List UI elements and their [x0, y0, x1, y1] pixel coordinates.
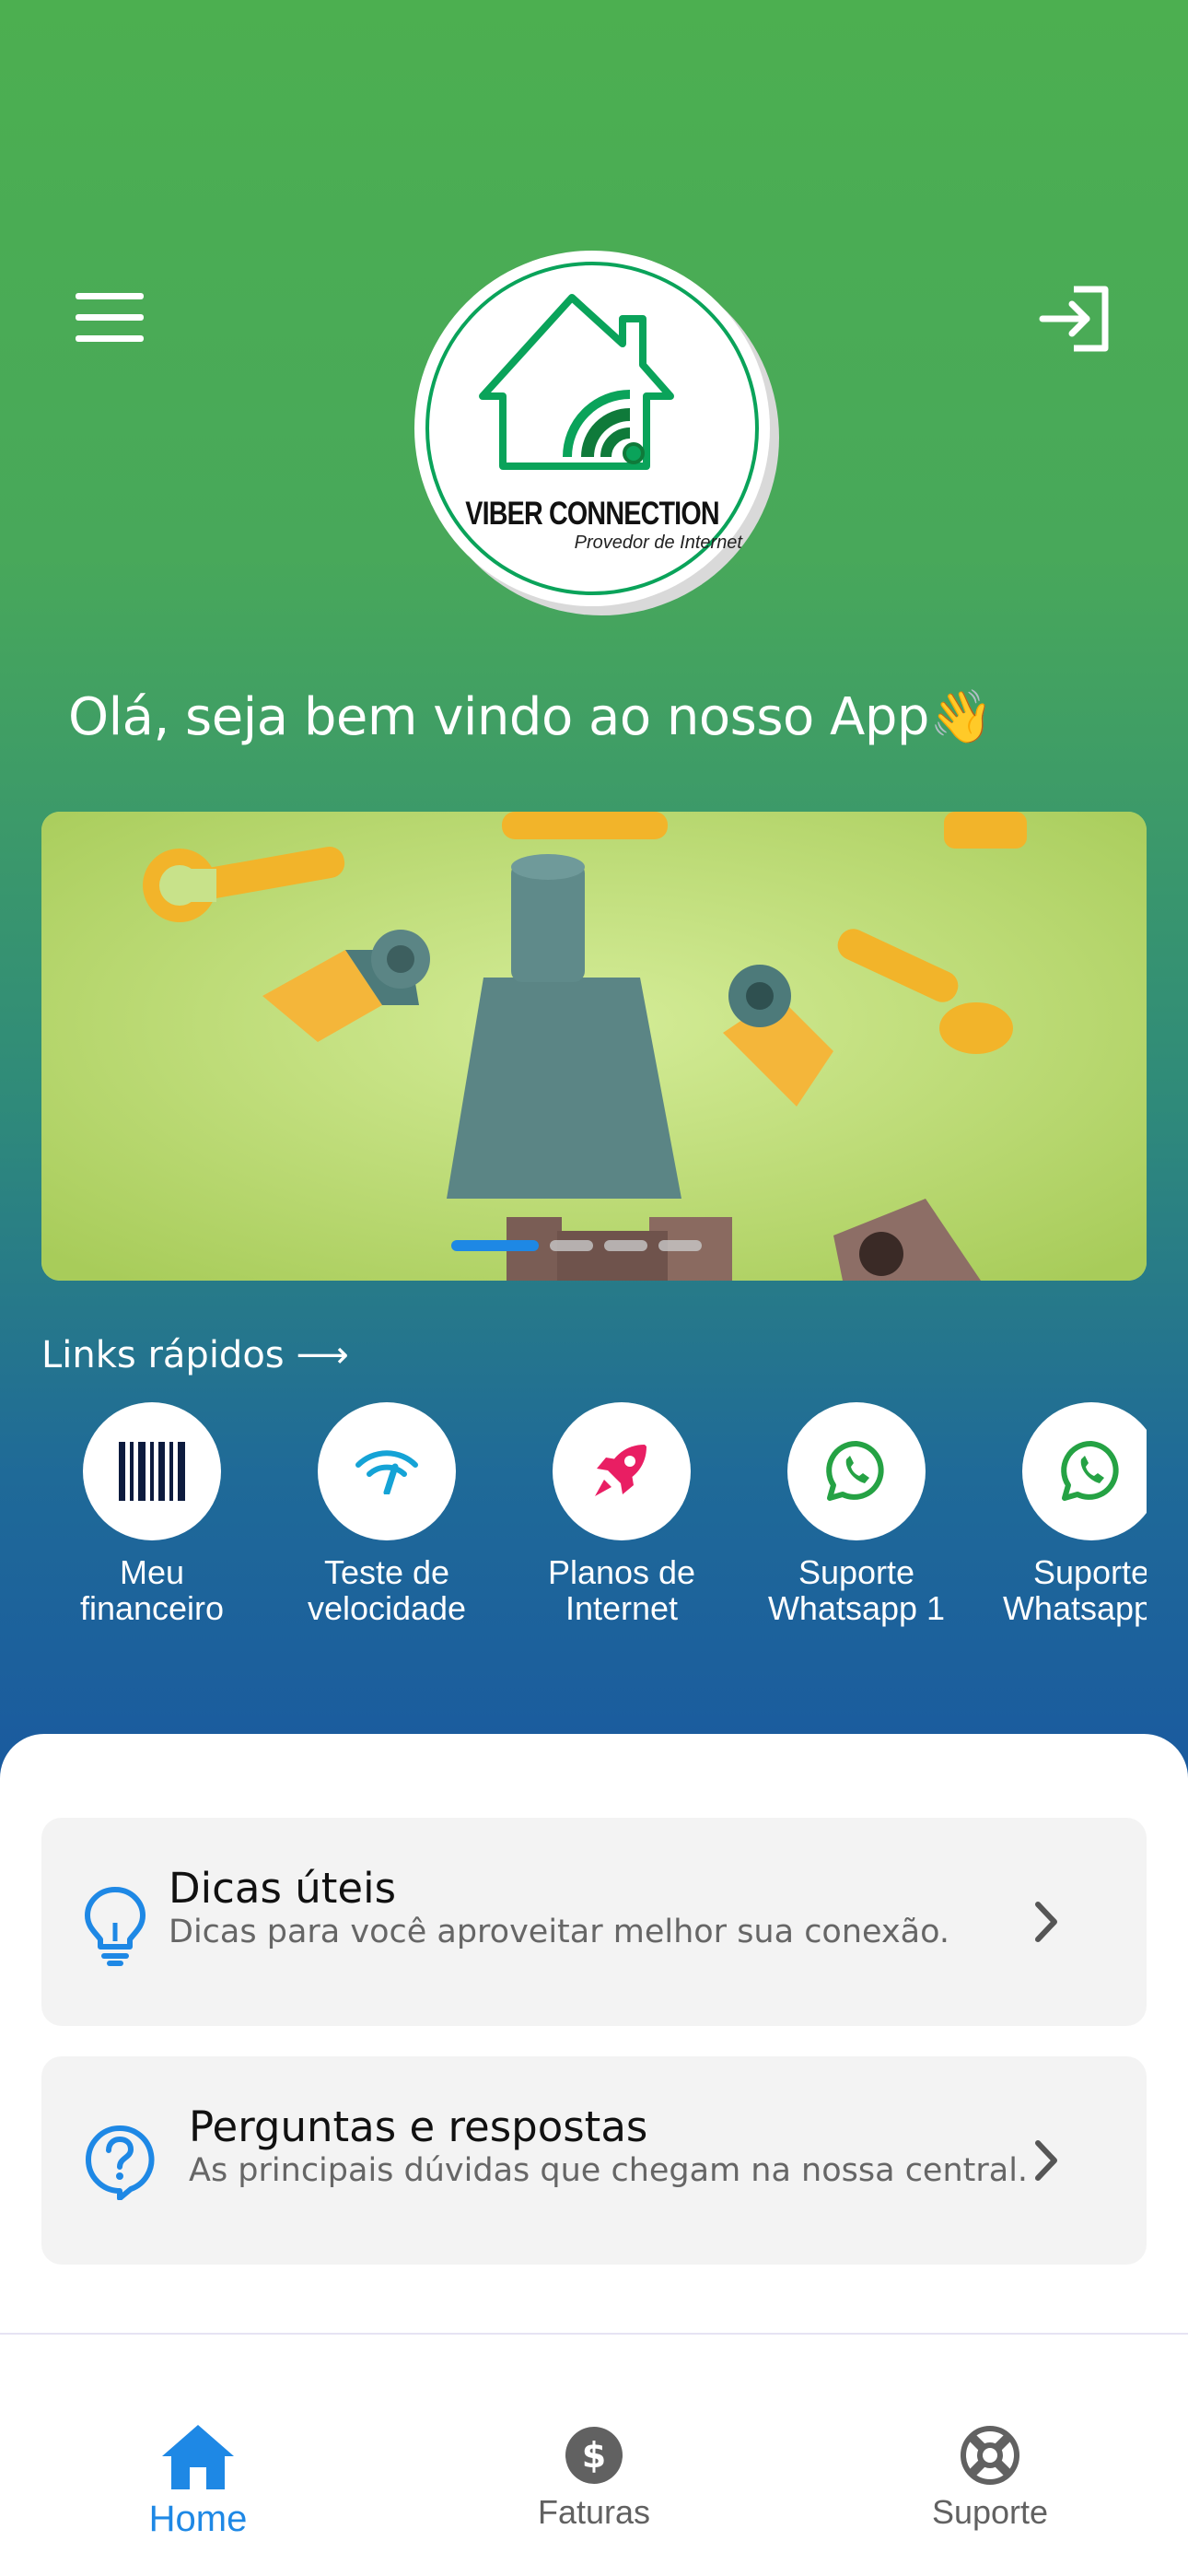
speed-wifi-icon — [318, 1402, 456, 1540]
question-bubble-icon — [86, 2125, 155, 2200]
dollar-icon: $ — [565, 2427, 623, 2484]
quick-link-whatsapp-2[interactable]: Suporte Whatsapp 2 — [976, 1402, 1147, 1626]
nav-faturas[interactable]: $ Faturas — [479, 2421, 709, 2532]
quick-link-label: Meu financeiro — [79, 1553, 225, 1627]
quick-link-financeiro[interactable]: Meu financeiro — [37, 1402, 267, 1626]
lightbulb-icon — [85, 1887, 146, 1966]
barcode-icon — [83, 1402, 221, 1540]
quick-link-whatsapp-1[interactable]: Suporte Whatsapp 1 — [741, 1402, 972, 1626]
promo-banner-carousel[interactable] — [41, 812, 1147, 1281]
quick-links-title: Links rápidos ⟶ — [41, 1334, 349, 1376]
welcome-greeting: Olá, seja bem vindo ao nosso App👋 — [68, 687, 994, 747]
rocket-icon — [553, 1402, 691, 1540]
carousel-dot[interactable] — [550, 1240, 593, 1251]
carousel-dot[interactable] — [604, 1240, 647, 1251]
quick-link-label: Suporte Whatsapp 2 — [1002, 1553, 1147, 1627]
hamburger-menu-icon[interactable] — [76, 293, 144, 345]
chevron-right-icon — [1035, 1902, 1057, 1942]
card-dicas-uteis[interactable]: Dicas úteis Dicas para você aproveitar m… — [41, 1818, 1147, 2026]
bottom-navigation: Home $ Faturas Suporte — [0, 2421, 1188, 2576]
lifebuoy-icon — [961, 2426, 1019, 2485]
card-description: Dicas para você aproveitar melhor sua co… — [169, 1914, 950, 1950]
card-description: As principais dúvidas que chegam na noss… — [189, 2152, 1029, 2189]
quick-link-label: Teste de velocidade — [307, 1553, 467, 1627]
divider — [0, 2333, 1188, 2335]
svg-text:$: $ — [582, 2435, 606, 2476]
nav-suporte-label: Suporte — [931, 2493, 1049, 2531]
carousel-dot[interactable] — [658, 1240, 702, 1251]
home-icon — [162, 2425, 234, 2489]
card-title: Dicas úteis — [169, 1864, 397, 1913]
quick-link-label: Suporte Whatsapp 1 — [767, 1553, 946, 1627]
chevron-right-icon — [1035, 2140, 1057, 2181]
logo-brand-name: VIBER CONNECTION — [465, 496, 719, 532]
nav-home[interactable]: Home — [83, 2421, 313, 2540]
login-arrow-icon[interactable] — [1039, 282, 1112, 356]
quick-link-label: Planos de Internet — [547, 1553, 696, 1627]
logo-tagline: Provedor de Internet — [574, 533, 742, 553]
carousel-indicators — [451, 1240, 702, 1251]
quick-links-row: Meu financeiro Teste de velocidade Plano… — [0, 1402, 1147, 1633]
quick-links-title-text: Links rápidos ⟶ — [41, 1334, 349, 1376]
quick-link-planos[interactable]: Planos de Internet — [507, 1402, 737, 1626]
nav-faturas-label: Faturas — [537, 2493, 651, 2531]
nav-suporte[interactable]: Suporte — [875, 2421, 1105, 2532]
whatsapp-icon — [787, 1402, 926, 1540]
carousel-dot-active[interactable] — [451, 1240, 539, 1251]
whatsapp-icon — [1022, 1402, 1147, 1540]
card-perguntas-respostas[interactable]: Perguntas e respostas As principais dúvi… — [41, 2056, 1147, 2265]
card-title: Perguntas e respostas — [189, 2102, 648, 2151]
banner-image — [41, 812, 1147, 1281]
nav-home-label: Home — [148, 2499, 248, 2539]
quick-link-speedtest[interactable]: Teste de velocidade — [272, 1402, 502, 1626]
company-logo: VIBER CONNECTION Provedor de Internet — [414, 251, 770, 606]
